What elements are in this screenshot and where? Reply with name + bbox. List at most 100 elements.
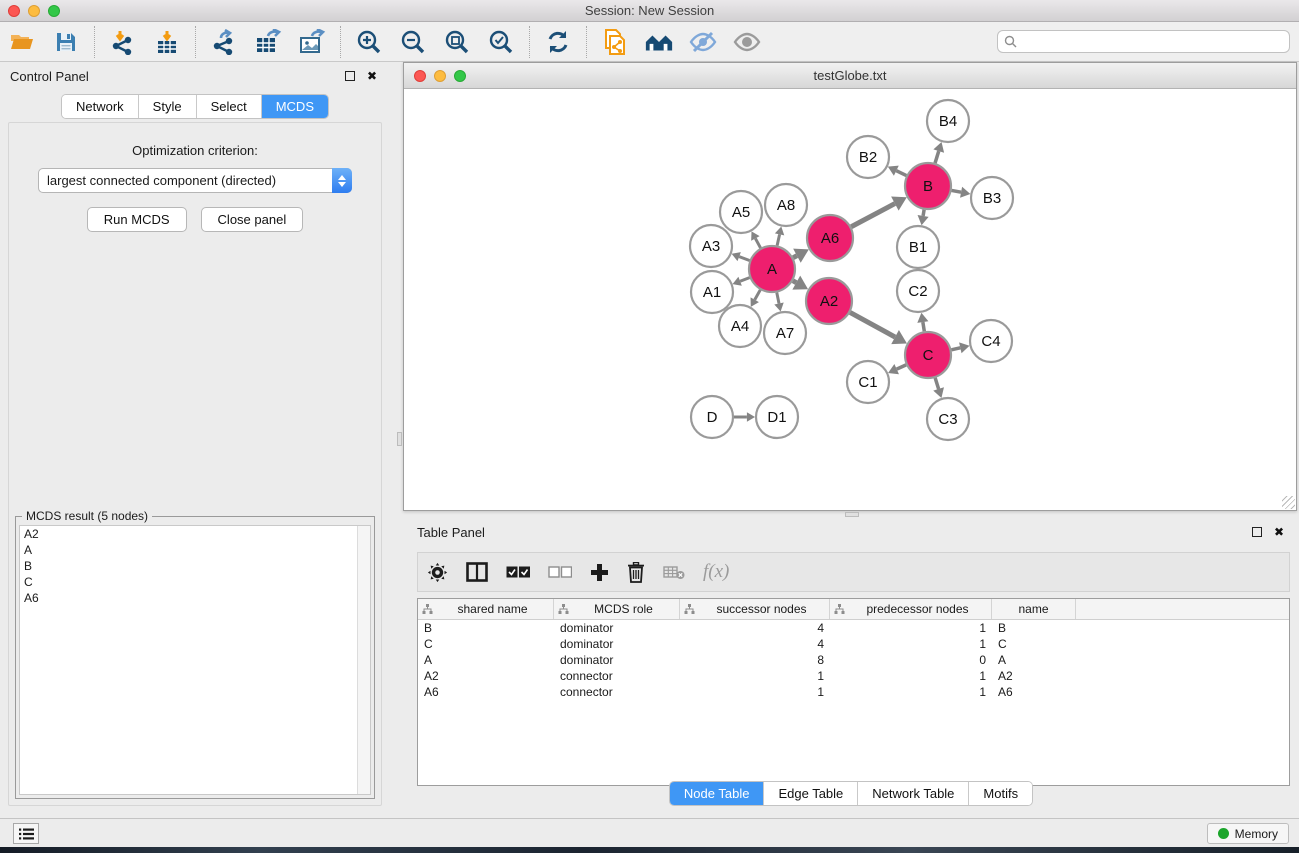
table-row[interactable]: Adominator80A bbox=[418, 652, 1289, 668]
cell-shared-name[interactable]: B bbox=[418, 620, 554, 636]
close-window-button[interactable] bbox=[8, 5, 20, 17]
import-network-icon[interactable] bbox=[108, 27, 138, 57]
export-table-icon[interactable] bbox=[253, 27, 283, 57]
refresh-icon[interactable] bbox=[543, 27, 573, 57]
select-all-checks-icon[interactable] bbox=[506, 566, 530, 578]
result-item[interactable]: A6 bbox=[20, 590, 370, 606]
new-network-from-selection-icon[interactable] bbox=[600, 27, 630, 57]
cell-shared-name[interactable]: A bbox=[418, 652, 554, 668]
cell-MCDS-role[interactable]: dominator bbox=[554, 652, 680, 668]
open-session-icon[interactable] bbox=[7, 27, 37, 57]
cell-name[interactable]: B bbox=[992, 620, 1076, 636]
cell-MCDS-role[interactable]: connector bbox=[554, 684, 680, 700]
cell-name[interactable]: A6 bbox=[992, 684, 1076, 700]
column-header-shared-name[interactable]: shared name bbox=[418, 599, 554, 619]
mcds-result-list[interactable]: A2ABCA6 bbox=[19, 525, 371, 795]
cell-shared-name[interactable]: A6 bbox=[418, 684, 554, 700]
settings-gear-icon[interactable] bbox=[427, 562, 448, 583]
cell-predecessor-nodes[interactable]: 1 bbox=[830, 668, 992, 684]
zoom-in-icon[interactable] bbox=[354, 27, 384, 57]
cell-successor-nodes[interactable]: 8 bbox=[680, 652, 830, 668]
cell-successor-nodes[interactable]: 4 bbox=[680, 636, 830, 652]
optimization-criterion-dropdown[interactable]: largest connected component (directed) bbox=[38, 168, 352, 193]
svg-text:B1: B1 bbox=[909, 239, 927, 256]
minimize-window-button[interactable] bbox=[28, 5, 40, 17]
add-row-icon[interactable] bbox=[590, 563, 609, 582]
tab-mcds[interactable]: MCDS bbox=[262, 95, 328, 118]
zoom-out-icon[interactable] bbox=[398, 27, 428, 57]
tab-style[interactable]: Style bbox=[139, 95, 197, 118]
svg-text:C4: C4 bbox=[981, 333, 1000, 350]
table-row[interactable]: Bdominator41B bbox=[418, 620, 1289, 636]
tab-edge-table[interactable]: Edge Table bbox=[764, 782, 858, 805]
deselect-all-checks-icon[interactable] bbox=[548, 566, 572, 578]
cell-name[interactable]: A2 bbox=[992, 668, 1076, 684]
cell-successor-nodes[interactable]: 1 bbox=[680, 668, 830, 684]
cell-MCDS-role[interactable]: dominator bbox=[554, 620, 680, 636]
vertical-splitter-handle[interactable] bbox=[397, 432, 402, 446]
memory-button[interactable]: Memory bbox=[1207, 823, 1289, 844]
delete-rows-icon[interactable] bbox=[627, 562, 645, 583]
cell-predecessor-nodes[interactable]: 0 bbox=[830, 652, 992, 668]
zoom-fit-icon[interactable] bbox=[442, 27, 472, 57]
svg-text:C: C bbox=[923, 347, 934, 364]
export-network-icon[interactable] bbox=[209, 27, 239, 57]
search-input[interactable] bbox=[997, 30, 1290, 53]
column-header-MCDS-role[interactable]: MCDS role bbox=[554, 599, 680, 619]
show-column-icon[interactable] bbox=[466, 562, 488, 582]
tab-node-table[interactable]: Node Table bbox=[670, 782, 765, 805]
table-row[interactable]: A2connector11A2 bbox=[418, 668, 1289, 684]
hide-selected-icon[interactable] bbox=[688, 27, 718, 57]
cell-name[interactable]: C bbox=[992, 636, 1076, 652]
cell-predecessor-nodes[interactable]: 1 bbox=[830, 636, 992, 652]
result-scrollbar[interactable] bbox=[357, 526, 370, 794]
run-mcds-button[interactable]: Run MCDS bbox=[87, 207, 187, 232]
cell-successor-nodes[interactable]: 4 bbox=[680, 620, 830, 636]
network-maximize-button[interactable] bbox=[454, 70, 466, 82]
close-table-panel-icon[interactable]: ✖ bbox=[1271, 524, 1287, 540]
network-window-titlebar[interactable]: testGlobe.txt bbox=[404, 63, 1296, 89]
window-resize-grip[interactable] bbox=[1282, 496, 1295, 509]
network-minimize-button[interactable] bbox=[434, 70, 446, 82]
network-close-button[interactable] bbox=[414, 70, 426, 82]
tab-network-table[interactable]: Network Table bbox=[858, 782, 969, 805]
tab-network[interactable]: Network bbox=[62, 95, 139, 118]
show-all-icon[interactable] bbox=[732, 27, 762, 57]
cell-MCDS-role[interactable]: connector bbox=[554, 668, 680, 684]
column-header-name[interactable]: name bbox=[992, 599, 1076, 619]
result-item[interactable]: A bbox=[20, 542, 370, 558]
close-panel-icon[interactable]: ✖ bbox=[364, 68, 380, 84]
table-row[interactable]: Cdominator41C bbox=[418, 636, 1289, 652]
save-session-icon[interactable] bbox=[51, 27, 81, 57]
result-item[interactable]: B bbox=[20, 558, 370, 574]
export-image-icon[interactable] bbox=[297, 27, 327, 57]
cell-shared-name[interactable]: C bbox=[418, 636, 554, 652]
zoom-selected-icon[interactable] bbox=[486, 27, 516, 57]
table-row[interactable]: A6connector11A6 bbox=[418, 684, 1289, 700]
cell-successor-nodes[interactable]: 1 bbox=[680, 684, 830, 700]
cell-name[interactable]: A bbox=[992, 652, 1076, 668]
first-neighbors-icon[interactable] bbox=[644, 27, 674, 57]
column-header-successor-nodes[interactable]: successor nodes bbox=[680, 599, 830, 619]
float-panel-icon[interactable] bbox=[342, 68, 358, 84]
close-panel-button[interactable]: Close panel bbox=[201, 207, 304, 232]
node-table[interactable]: shared nameMCDS rolesuccessor nodesprede… bbox=[417, 598, 1290, 786]
task-history-button[interactable] bbox=[13, 823, 39, 844]
network-graph[interactable]: B4B2BB3A5A8A6B1A3AA1C2A2A4A7C4CC1C3DD1 bbox=[404, 89, 1296, 510]
cell-predecessor-nodes[interactable]: 1 bbox=[830, 684, 992, 700]
delete-table-icon[interactable] bbox=[663, 565, 685, 580]
network-canvas[interactable]: B4B2BB3A5A8A6B1A3AA1C2A2A4A7C4CC1C3DD1 bbox=[404, 89, 1296, 510]
import-table-icon[interactable] bbox=[152, 27, 182, 57]
cell-MCDS-role[interactable]: dominator bbox=[554, 636, 680, 652]
cell-shared-name[interactable]: A2 bbox=[418, 668, 554, 684]
result-item[interactable]: A2 bbox=[20, 526, 370, 542]
tab-select[interactable]: Select bbox=[197, 95, 262, 118]
function-builder-icon[interactable]: f(x) bbox=[703, 561, 729, 583]
column-header-predecessor-nodes[interactable]: predecessor nodes bbox=[830, 599, 992, 619]
cell-predecessor-nodes[interactable]: 1 bbox=[830, 620, 992, 636]
tab-motifs[interactable]: Motifs bbox=[969, 782, 1032, 805]
maximize-window-button[interactable] bbox=[48, 5, 60, 17]
result-item[interactable]: C bbox=[20, 574, 370, 590]
float-table-panel-icon[interactable] bbox=[1249, 524, 1265, 540]
horizontal-splitter-handle[interactable] bbox=[845, 512, 859, 517]
